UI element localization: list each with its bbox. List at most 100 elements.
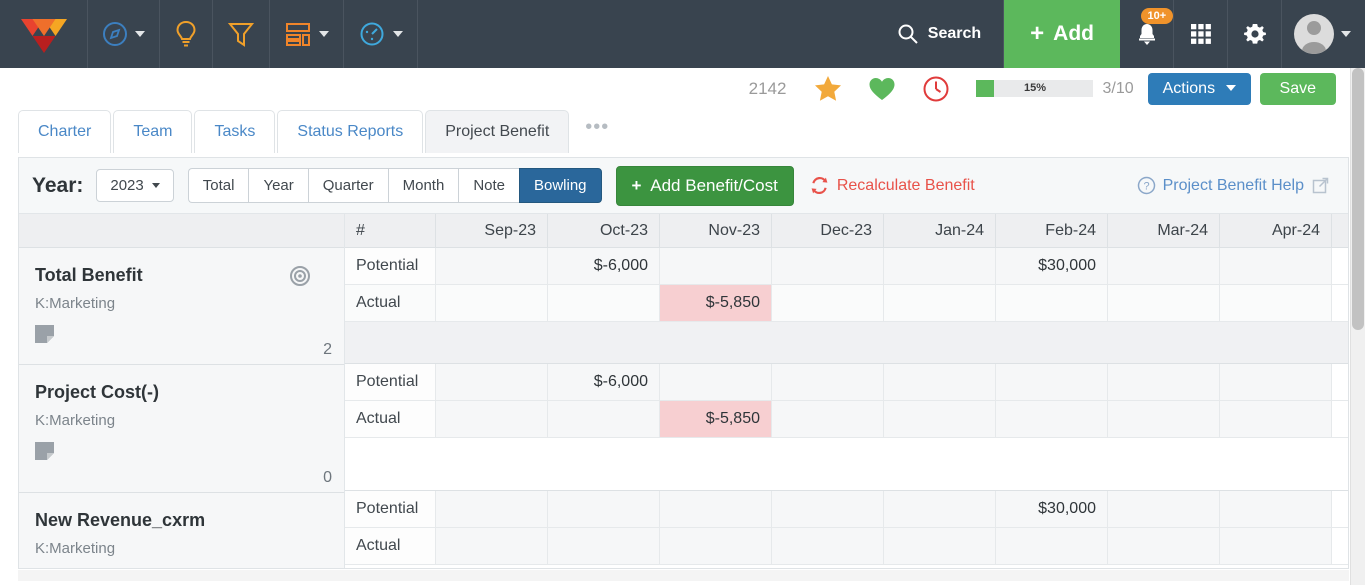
note-icon[interactable] [35,442,54,464]
view-total-button[interactable]: Total [187,168,249,203]
cell[interactable] [884,285,996,321]
view-note-button[interactable]: Note [458,168,519,203]
view-month-button[interactable]: Month [387,168,459,203]
nav-compass[interactable] [88,0,160,68]
cell[interactable] [1220,401,1332,437]
user-menu-button[interactable] [1282,0,1365,68]
benefit-group-header[interactable]: Project Cost(-) K:Marketing 0 [19,365,344,493]
benefit-group-header[interactable]: New Revenue_cxrm K:Marketing [19,493,344,568]
cell[interactable] [1220,528,1332,564]
cell[interactable] [1220,285,1332,321]
group-count: 0 [323,469,332,486]
history-clock-button[interactable] [922,75,950,103]
note-icon[interactable] [35,325,54,347]
view-year-button[interactable]: Year [248,168,308,203]
save-button[interactable]: Save [1259,72,1336,105]
cell[interactable]: $-5,850 [660,285,772,321]
cell[interactable] [772,285,884,321]
cell[interactable] [884,491,996,527]
add-button[interactable]: + Add [1004,0,1120,68]
cell[interactable] [548,528,660,564]
actions-dropdown-button[interactable]: Actions [1147,72,1251,105]
year-select[interactable]: 2023 [96,169,174,202]
tab-overflow-button[interactable]: ••• [571,106,623,153]
table-row[interactable]: Potential $-6,000 [345,364,1348,401]
cell[interactable] [1108,364,1220,400]
favorite-star-button[interactable] [814,75,842,102]
cell[interactable]: $-6,000 [548,364,660,400]
add-benefit-cost-button[interactable]: + Add Benefit/Cost [615,165,794,206]
cell[interactable] [436,491,548,527]
cell[interactable] [1108,248,1220,284]
search-button[interactable]: Search [879,0,1005,68]
table-row[interactable]: Actual $-5,850 [345,401,1348,438]
nav-lightbulb[interactable] [160,0,213,68]
cell[interactable] [996,528,1108,564]
cell[interactable] [660,364,772,400]
cell[interactable] [436,364,548,400]
target-icon[interactable] [289,265,311,292]
settings-button[interactable] [1228,0,1282,68]
cell[interactable] [772,248,884,284]
cell[interactable] [884,401,996,437]
cell[interactable] [884,248,996,284]
table-row[interactable]: Potential $30,000 [345,491,1348,528]
cell[interactable] [1108,401,1220,437]
tab-tasks[interactable]: Tasks [194,110,276,153]
cell[interactable] [660,528,772,564]
nav-funnel[interactable] [213,0,270,68]
cell[interactable]: $-6,000 [548,248,660,284]
cell[interactable] [436,401,548,437]
cell[interactable]: $30,000 [996,248,1108,284]
cell[interactable] [884,364,996,400]
tab-project-benefit[interactable]: Project Benefit [425,110,570,153]
cell[interactable] [772,401,884,437]
cell[interactable] [772,364,884,400]
page-scrollbar-thumb[interactable] [1352,68,1364,330]
app-logo[interactable] [0,0,88,68]
cell[interactable] [1108,285,1220,321]
notifications-button[interactable]: 10+ [1120,0,1174,68]
cell[interactable] [1220,364,1332,400]
benefit-group-header[interactable]: Total Benefit K:Marketing 2 [19,248,344,365]
cell[interactable] [772,491,884,527]
like-heart-button[interactable] [868,76,896,102]
cell[interactable] [660,248,772,284]
cell[interactable] [1220,491,1332,527]
cell[interactable] [1108,528,1220,564]
tab-team[interactable]: Team [113,110,193,153]
apps-menu-button[interactable] [1174,0,1228,68]
cell[interactable] [548,285,660,321]
clock-icon [923,76,949,101]
cell[interactable] [436,528,548,564]
table-row[interactable]: Actual [345,528,1348,565]
cell[interactable] [772,528,884,564]
view-bowling-button[interactable]: Bowling [519,168,602,203]
cell[interactable]: $-5,850 [660,401,772,437]
cell[interactable] [884,528,996,564]
table-row[interactable]: Actual $-5,850 [345,285,1348,322]
tab-charter[interactable]: Charter [18,110,112,153]
nav-layers[interactable] [270,0,344,68]
project-benefit-help-link[interactable]: ? Project Benefit Help [1137,176,1329,195]
recalculate-benefit-button[interactable]: Recalculate Benefit [810,176,975,195]
cell[interactable] [996,364,1108,400]
cell[interactable] [1220,248,1332,284]
cell[interactable] [548,401,660,437]
cell[interactable] [436,285,548,321]
search-icon [898,24,918,44]
cell[interactable] [1108,491,1220,527]
cell[interactable] [660,491,772,527]
tab-status-reports[interactable]: Status Reports [277,110,424,153]
cell[interactable] [996,285,1108,321]
table-row[interactable]: Potential $-6,000 $30,000 [345,248,1348,285]
page-scrollbar[interactable] [1350,68,1365,585]
cell[interactable] [436,248,548,284]
chevron-down-icon [319,31,329,37]
horizontal-scrollbar[interactable] [18,570,1349,581]
cell[interactable] [996,401,1108,437]
view-quarter-button[interactable]: Quarter [307,168,388,203]
nav-gauge[interactable] [344,0,418,68]
cell[interactable]: $30,000 [996,491,1108,527]
cell[interactable] [548,491,660,527]
